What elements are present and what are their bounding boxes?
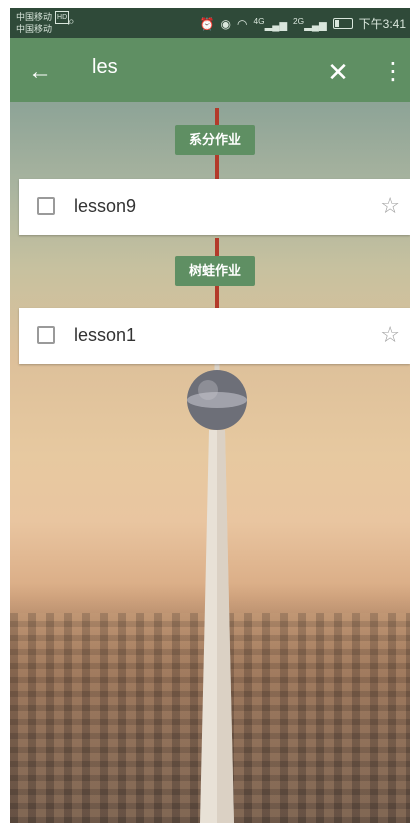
- network-2-label: 2G: [293, 15, 305, 26]
- carrier-2: 中国移动: [16, 24, 53, 34]
- star-icon[interactable]: ☆: [380, 321, 400, 349]
- star-icon[interactable]: ☆: [380, 192, 400, 220]
- search-input[interactable]: les: [92, 56, 118, 79]
- task-title[interactable]: lesson9: [74, 196, 136, 217]
- search-notification-icon: ⌕: [68, 14, 75, 28]
- wifi-icon: ◠: [236, 16, 248, 31]
- status-bar: 中国移动 HD 中国移动 ⌕ ⏰ ◉ ◠ 4G▂▄▆ 2G▂▄▆ 下午3:41: [10, 8, 410, 38]
- task-row-2[interactable]: lesson1 ☆: [19, 308, 410, 364]
- clock: 下午3:41: [358, 17, 406, 31]
- signal-2-icon: 2G▂▄▆: [293, 15, 327, 32]
- status-indicators: ⏰ ◉ ◠ 4G▂▄▆ 2G▂▄▆ 下午3:41: [200, 15, 406, 32]
- task-title[interactable]: lesson1: [74, 325, 136, 346]
- task-checkbox[interactable]: [37, 197, 55, 215]
- battery-icon: [332, 18, 353, 29]
- carrier-info: 中国移动 HD 中国移动: [16, 11, 70, 35]
- eye-icon: ◉: [220, 16, 231, 31]
- screen: 中国移动 HD 中国移动 ⌕ ⏰ ◉ ◠ 4G▂▄▆ 2G▂▄▆ 下午3:41 …: [10, 8, 410, 823]
- group-header-2: 树蛙作业: [174, 256, 256, 286]
- back-arrow-icon[interactable]: ←: [22, 54, 58, 90]
- tower-shaft-shade: [217, 430, 234, 823]
- network-1-label: 4G: [253, 15, 265, 26]
- more-options-icon[interactable]: ⋮: [378, 54, 408, 90]
- search-toolbar: ← les ✕ ⋮: [10, 38, 410, 102]
- task-row-1[interactable]: lesson9 ☆: [19, 179, 410, 235]
- signal-1-icon: 4G▂▄▆: [253, 15, 288, 32]
- tower-sphere-band: [187, 392, 247, 408]
- tower-sphere-highlight: [198, 380, 218, 400]
- alarm-icon: ⏰: [199, 16, 215, 31]
- carrier-1: 中国移动: [16, 12, 53, 22]
- group-header-1: 系分作业: [174, 125, 256, 155]
- task-checkbox[interactable]: [37, 326, 55, 344]
- close-icon[interactable]: ✕: [320, 54, 356, 90]
